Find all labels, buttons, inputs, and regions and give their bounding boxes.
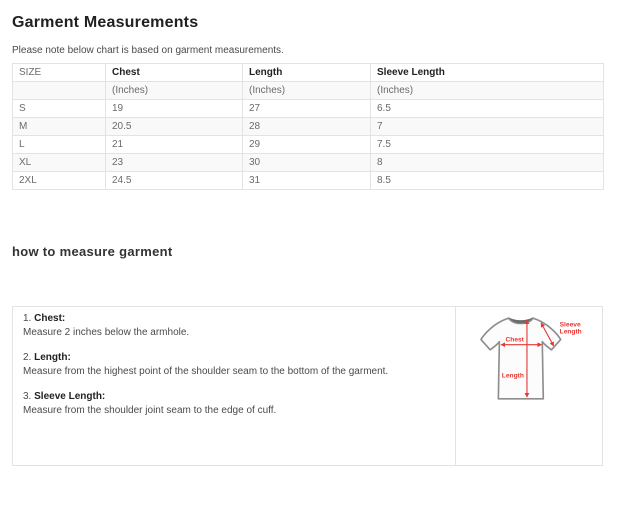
instruction-number: 1.	[23, 313, 31, 324]
sleeve-cell: 7	[371, 118, 604, 136]
chest-cell: 21	[106, 136, 243, 154]
measure-instructions-box: 1. Chest: Measure 2 inches below the arm…	[12, 306, 603, 466]
length-cell: 31	[243, 172, 371, 190]
size-chart-table: SIZE Chest Length Sleeve Length (Inches)…	[12, 63, 604, 190]
size-cell: L	[13, 136, 106, 154]
table-row-m: M 20.5 28 7	[13, 118, 604, 136]
diagram-column: Chest Length Sleeve Length	[455, 307, 602, 465]
length-cell: 27	[243, 100, 371, 118]
length-cell: 30	[243, 154, 371, 172]
sleeve-length-label-line2: Length	[560, 328, 582, 335]
table-header-row: SIZE Chest Length Sleeve Length	[13, 64, 604, 82]
size-cell: XL	[13, 154, 106, 172]
sleeve-cell: 7.5	[371, 136, 604, 154]
table-units-row: (Inches) (Inches) (Inches)	[13, 82, 604, 100]
instruction-number: 3.	[23, 391, 31, 402]
chest-cell: 23	[106, 154, 243, 172]
col-header-chest: Chest	[106, 64, 243, 82]
sleeve-length-label-line1: Sleeve	[560, 321, 581, 328]
chest-cell: 19	[106, 100, 243, 118]
col-header-sleeve-length: Sleeve Length	[371, 64, 604, 82]
how-to-measure-heading: how to measure garment	[12, 244, 613, 260]
instruction-length: 2. Length: Measure from the highest poin…	[23, 352, 445, 378]
chest-cell: 24.5	[106, 172, 243, 190]
table-row-xl: XL 23 30 8	[13, 154, 604, 172]
chest-cell: 20.5	[106, 118, 243, 136]
sleeve-cell: 6.5	[371, 100, 604, 118]
instruction-text: Measure from the shoulder joint seam to …	[23, 405, 445, 417]
instruction-chest: 1. Chest: Measure 2 inches below the arm…	[23, 313, 445, 339]
instruction-text: Measure 2 inches below the armhole.	[23, 327, 445, 339]
units-cell: (Inches)	[371, 82, 604, 100]
size-cell: 2XL	[13, 172, 106, 190]
instruction-sleeve-length: 3. Sleeve Length: Measure from the shoul…	[23, 391, 445, 417]
length-label: Length	[502, 372, 524, 379]
instruction-heading: 1. Chest:	[23, 313, 445, 325]
chart-note: Please note below chart is based on garm…	[12, 45, 613, 57]
table-row-l: L 21 29 7.5	[13, 136, 604, 154]
instruction-number: 2.	[23, 352, 31, 363]
garment-measurements-page: Garment Measurements Please note below c…	[0, 13, 625, 466]
col-header-length: Length	[243, 64, 371, 82]
length-cell: 28	[243, 118, 371, 136]
units-cell: (Inches)	[243, 82, 371, 100]
units-cell: (Inches)	[106, 82, 243, 100]
tshirt-measurement-diagram: Chest Length Sleeve Length	[470, 312, 588, 406]
instruction-label: Sleeve Length:	[34, 391, 105, 402]
size-cell: M	[13, 118, 106, 136]
instruction-heading: 3. Sleeve Length:	[23, 391, 445, 403]
sleeve-cell: 8	[371, 154, 604, 172]
chest-label: Chest	[506, 337, 525, 344]
length-cell: 29	[243, 136, 371, 154]
instruction-heading: 2. Length:	[23, 352, 445, 364]
size-cell: S	[13, 100, 106, 118]
tshirt-outline	[481, 318, 561, 399]
units-cell	[13, 82, 106, 100]
sleeve-cell: 8.5	[371, 172, 604, 190]
table-row-s: S 19 27 6.5	[13, 100, 604, 118]
page-title: Garment Measurements	[12, 13, 613, 32]
instruction-text: Measure from the highest point of the sh…	[23, 366, 445, 378]
instruction-label: Chest:	[34, 313, 65, 324]
instructions-column: 1. Chest: Measure 2 inches below the arm…	[13, 307, 455, 465]
col-header-size: SIZE	[13, 64, 106, 82]
instruction-label: Length:	[34, 352, 71, 363]
table-row-2xl: 2XL 24.5 31 8.5	[13, 172, 604, 190]
